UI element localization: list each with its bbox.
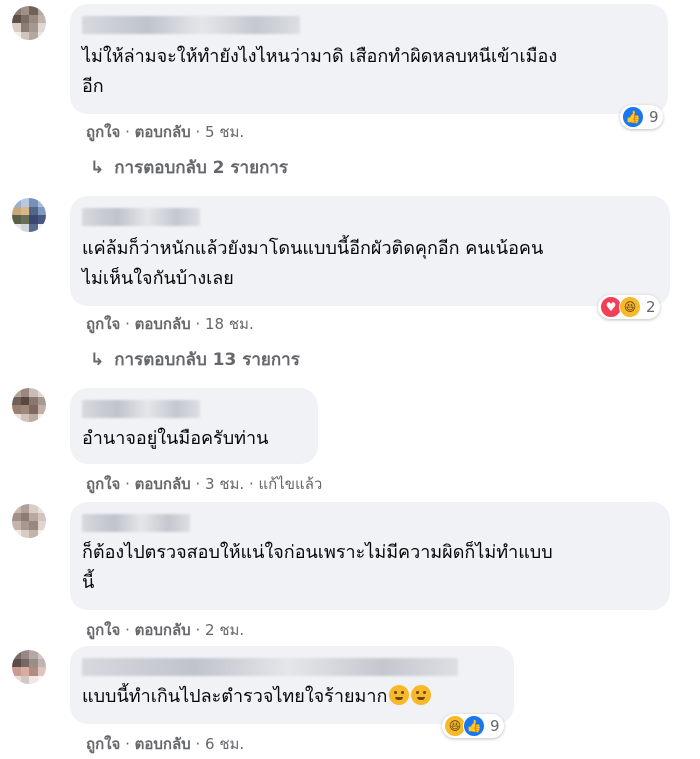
avatar[interactable] <box>12 650 46 684</box>
avatar[interactable] <box>12 388 46 422</box>
avatar[interactable] <box>12 198 46 232</box>
separator: · <box>195 475 206 493</box>
comment-bubble: ไม่ให้ล่ามจะให้ทำยังไงไหนว่ามาดิ เสือกทำ… <box>70 4 668 114</box>
reaction-summary[interactable]: ♥ 😆 2 <box>598 295 660 319</box>
reply-arrow-icon: ↳ <box>90 158 105 178</box>
avatar[interactable] <box>12 6 46 40</box>
comment-bubble: แบบนี้ทำเกินไปละตำรวจไทยใจร้ายมาก <box>70 646 514 724</box>
comment-actions: ถูกใจ · ตอบกลับ · 18 ชม. <box>86 312 254 336</box>
comment-bubble: แค่ล้มก็ว่าหนักแล้วยังมาโดนแบบนี้อีกผัวต… <box>70 196 670 306</box>
comment-actions: ถูกใจ · ตอบกลับ · 5 ชม. <box>86 120 244 144</box>
replies-label: การตอบกลับ 13 รายการ <box>114 350 300 370</box>
separator: · <box>125 735 135 753</box>
like-button[interactable]: ถูกใจ <box>86 735 120 753</box>
comment-actions: ถูกใจ · ตอบกลับ · 3 ชม. · แก้ไขแล้ว <box>86 472 322 496</box>
like-button[interactable]: ถูกใจ <box>86 123 120 141</box>
reply-button[interactable]: ตอบกลับ <box>135 621 191 639</box>
separator: · <box>195 621 206 639</box>
separator: · <box>195 123 206 141</box>
separator: · <box>125 123 135 141</box>
avatar[interactable] <box>12 504 46 538</box>
author-name[interactable] <box>82 514 190 532</box>
comment-text: แบบนี้ทำเกินไปละตำรวจไทยใจร้ายมาก <box>82 682 432 712</box>
timestamp[interactable]: 6 ชม. <box>205 735 244 753</box>
replies-label: การตอบกลับ 2 รายการ <box>114 158 289 178</box>
reaction-count: 2 <box>646 298 656 316</box>
separator: · <box>125 621 135 639</box>
author-name[interactable] <box>82 208 200 226</box>
comment-text: แค่ล้มก็ว่าหนักแล้วยังมาโดนแบบนี้อีกผัวต… <box>82 238 544 289</box>
reaction-count: 9 <box>490 717 500 735</box>
haha-icon: 😆 <box>619 296 641 318</box>
view-replies-link[interactable]: ↳ การตอบกลับ 2 รายการ <box>90 154 288 181</box>
like-icon: 👍 <box>622 106 644 128</box>
comment-text: ไม่ให้ล่ามจะให้ทำยังไงไหนว่ามาดิ เสือกทำ… <box>82 46 558 97</box>
separator: · <box>195 315 206 333</box>
comment-bubble: ก็ต้องไปตรวจสอบให้แน่ใจก่อนเพราะไม่มีควา… <box>70 502 670 610</box>
separator: · <box>125 475 135 493</box>
timestamp[interactable]: 5 ชม. <box>205 123 244 141</box>
author-name[interactable] <box>82 400 200 418</box>
worried-face-emoji-icon <box>411 685 432 705</box>
worried-face-emoji-icon <box>389 685 410 705</box>
comment-bubble: อำนาจอยู่ในมือครับท่าน <box>70 388 318 464</box>
reply-button[interactable]: ตอบกลับ <box>135 475 191 493</box>
like-icon: 👍 <box>463 715 485 737</box>
author-name[interactable] <box>82 16 300 34</box>
reply-arrow-icon: ↳ <box>90 350 105 370</box>
edited-label[interactable]: แก้ไขแล้ว <box>259 475 323 493</box>
comment-text: อำนาจอยู่ในมือครับท่าน <box>82 428 269 449</box>
timestamp[interactable]: 2 ชม. <box>205 621 244 639</box>
reaction-summary[interactable]: 😆 👍 9 <box>442 714 504 738</box>
like-button[interactable]: ถูกใจ <box>86 475 120 493</box>
reaction-summary[interactable]: 👍 9 <box>620 105 663 129</box>
author-name[interactable] <box>82 658 458 676</box>
separator: · <box>195 735 206 753</box>
reply-button[interactable]: ตอบกลับ <box>135 315 191 333</box>
comment-actions: ถูกใจ · ตอบกลับ · 6 ชม. <box>86 732 244 756</box>
like-button[interactable]: ถูกใจ <box>86 621 120 639</box>
comment-actions: ถูกใจ · ตอบกลับ · 2 ชม. <box>86 618 244 642</box>
timestamp[interactable]: 18 ชม. <box>205 315 254 333</box>
like-button[interactable]: ถูกใจ <box>86 315 120 333</box>
comment-text-body: แบบนี้ทำเกินไปละตำรวจไทยใจร้ายมาก <box>82 686 388 707</box>
separator: · <box>125 315 135 333</box>
reaction-count: 9 <box>649 108 659 126</box>
comment-text: ก็ต้องไปตรวจสอบให้แน่ใจก่อนเพราะไม่มีควา… <box>82 542 553 593</box>
view-replies-link[interactable]: ↳ การตอบกลับ 13 รายการ <box>90 346 300 373</box>
reply-button[interactable]: ตอบกลับ <box>135 123 191 141</box>
reply-button[interactable]: ตอบกลับ <box>135 735 191 753</box>
timestamp[interactable]: 3 ชม. <box>205 475 244 493</box>
separator: · <box>248 475 259 493</box>
